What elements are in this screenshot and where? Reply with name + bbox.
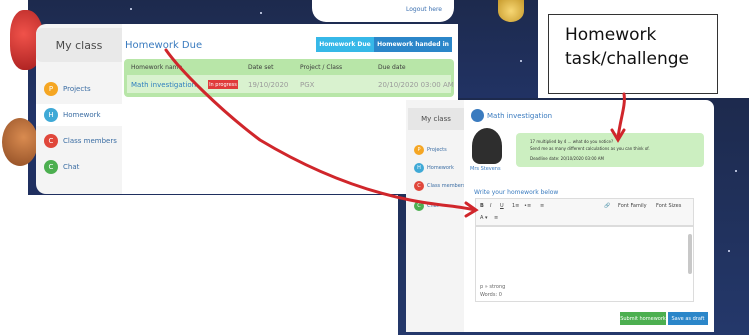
left-nav-chat[interactable]: C Chat xyxy=(44,160,79,174)
save-as-draft-button[interactable]: Save as draft xyxy=(668,312,708,325)
status-badge: In progress xyxy=(208,80,238,89)
project-class: PGX xyxy=(300,81,315,89)
editor-scrollbar[interactable] xyxy=(688,234,692,274)
column-header: Date set xyxy=(248,64,274,71)
teacher-name: Mrs Stevens xyxy=(470,166,501,172)
header-cloud: Logout here xyxy=(312,0,454,22)
align-button[interactable]: ≡ xyxy=(540,203,544,209)
homework-name-link[interactable]: Math investigation xyxy=(131,81,196,89)
star xyxy=(130,8,132,10)
left-my-class-heading: My class xyxy=(36,28,122,62)
italic-button[interactable]: I xyxy=(490,203,491,209)
date-set: 19/10/2020 xyxy=(248,81,289,89)
right-sidebar xyxy=(406,100,464,332)
callout-box: Homework task/challenge xyxy=(548,14,718,94)
task-deadline: Deadline date: 20/10/2020 03:00 AM xyxy=(530,156,604,161)
nav-label: Projects xyxy=(427,147,447,153)
task-text-line-2: Send me as many different calculations a… xyxy=(530,146,650,151)
chat-icon: C xyxy=(44,160,58,174)
task-text-line-1: 17 multiplied by 4 ... what do you notic… xyxy=(530,139,614,144)
homework-due-title: Homework Due xyxy=(125,40,203,51)
projects-icon: P xyxy=(414,145,424,155)
unordered-list-button[interactable]: •≡ xyxy=(524,203,531,209)
word-count: Words: 0 xyxy=(480,292,502,298)
star xyxy=(735,170,737,172)
text-color-button[interactable]: A ▾ xyxy=(480,215,488,221)
planet-yellow-icon xyxy=(498,0,524,22)
due-date: 20/10/2020 03:00 AM xyxy=(378,81,454,89)
bold-button[interactable]: B xyxy=(480,203,484,209)
write-homework-label: Write your homework below xyxy=(474,189,559,196)
right-my-class-heading: My class xyxy=(408,108,464,130)
callout-line-1: Homework xyxy=(565,25,657,45)
tab-homework-due[interactable]: Homework Due xyxy=(316,37,374,52)
right-nav-projects[interactable]: P Projects xyxy=(414,145,447,155)
class-members-icon: C xyxy=(44,134,58,148)
star xyxy=(728,250,730,252)
task-icon xyxy=(471,109,484,122)
underline-button[interactable]: U xyxy=(500,203,504,209)
planet-brown-icon xyxy=(2,118,38,166)
editor-path: p » strong xyxy=(480,284,506,290)
right-nav-chat[interactable]: C Chat xyxy=(414,201,439,211)
nav-label: Homework xyxy=(427,165,454,171)
teacher-avatar xyxy=(472,128,502,164)
chat-icon: C xyxy=(414,201,424,211)
column-header: Due date xyxy=(378,64,406,71)
tab-homework-handed-in[interactable]: Homework handed in xyxy=(374,37,452,52)
task-title: Math investigation xyxy=(487,112,553,120)
font-family-select[interactable]: Font Family xyxy=(618,203,647,209)
nav-label: Chat xyxy=(427,203,439,209)
projects-icon: P xyxy=(44,82,58,96)
ordered-list-button[interactable]: 1≡ xyxy=(512,203,519,209)
callout-line-2: task/challenge xyxy=(565,49,689,69)
link-button[interactable]: 🔗 xyxy=(604,203,610,209)
left-nav-projects[interactable]: P Projects xyxy=(44,82,91,96)
left-nav-homework[interactable]: H Homework xyxy=(36,104,122,126)
nav-label: Chat xyxy=(63,163,80,171)
homework-icon: H xyxy=(44,108,58,122)
homework-icon: H xyxy=(414,163,424,173)
nav-label: Class members xyxy=(63,137,117,145)
right-nav-homework[interactable]: H Homework xyxy=(414,163,454,173)
column-header: Homework name xyxy=(131,64,183,71)
star xyxy=(520,60,522,62)
align-dropdown-button[interactable]: ≡ xyxy=(494,215,498,221)
font-sizes-select[interactable]: Font Sizes xyxy=(656,203,681,209)
submit-homework-button[interactable]: Submit homework xyxy=(620,312,666,325)
right-nav-class-members[interactable]: C Class members xyxy=(414,181,465,191)
nav-label: Class members xyxy=(427,183,466,189)
nav-label: Projects xyxy=(63,85,91,93)
nav-label: Homework xyxy=(63,111,101,119)
homework-editor[interactable] xyxy=(475,226,694,302)
left-nav-class-members[interactable]: C Class members xyxy=(44,134,117,148)
class-members-icon: C xyxy=(414,181,424,191)
logout-link[interactable]: Logout here xyxy=(406,6,442,13)
column-header: Project / Class xyxy=(300,64,343,71)
star xyxy=(260,12,262,14)
